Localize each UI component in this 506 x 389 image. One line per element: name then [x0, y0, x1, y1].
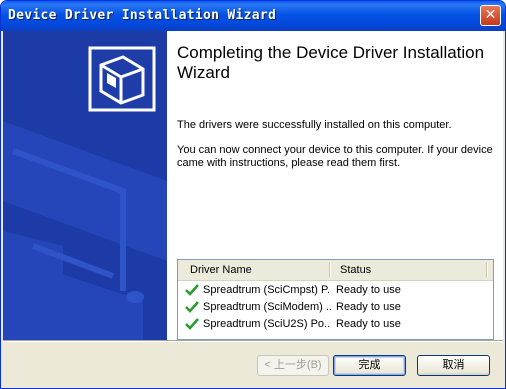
wizard-window: Device Driver Installation Wizard ✕ Comp…	[0, 0, 506, 389]
wizard-side-panel	[3, 31, 167, 340]
driver-status: Ready to use	[336, 284, 401, 296]
driver-status: Ready to use	[336, 301, 401, 313]
list-item[interactable]: Spreadtrum (SciCmpst) P... Ready to use	[178, 282, 493, 299]
column-divider[interactable]	[486, 263, 488, 277]
green-check-icon	[185, 284, 199, 296]
back-button[interactable]: < 上一步(B)	[257, 355, 329, 376]
button-area-divider	[3, 340, 503, 342]
column-header-status[interactable]: Status	[332, 260, 492, 280]
list-item[interactable]: Spreadtrum (SciU2S) Po... Ready to use	[178, 316, 493, 333]
green-check-icon	[185, 318, 199, 330]
close-button[interactable]: ✕	[480, 5, 501, 26]
window-title: Device Driver Installation Wizard	[8, 8, 277, 23]
success-message: The drivers were successfully installed …	[177, 119, 452, 131]
driver-name: Spreadtrum (SciModem) ...	[203, 301, 331, 313]
column-divider[interactable]	[329, 263, 331, 277]
column-header-driver-name[interactable]: Driver Name	[182, 260, 330, 280]
close-icon: ✕	[484, 7, 497, 23]
driver-status: Ready to use	[336, 318, 401, 330]
page-title: Completing the Device Driver Installatio…	[177, 43, 485, 82]
driver-list[interactable]: Driver Name Status Spreadtrum (SciCmpst)…	[177, 259, 494, 340]
cancel-button[interactable]: 取消	[417, 355, 490, 376]
title-bar[interactable]: Device Driver Installation Wizard ✕	[1, 1, 505, 31]
driver-name: Spreadtrum (SciU2S) Po...	[203, 318, 331, 330]
side-panel-artwork	[3, 31, 167, 340]
wizard-content: Completing the Device Driver Installatio…	[3, 31, 503, 340]
finish-button[interactable]: 完成	[333, 355, 406, 376]
instructions-message: You can now connect your device to this …	[177, 144, 493, 169]
hardware-box-icon	[88, 46, 156, 112]
green-check-icon	[185, 301, 199, 313]
list-header: Driver Name Status	[178, 260, 493, 281]
list-item[interactable]: Spreadtrum (SciModem) ... Ready to use	[178, 299, 493, 316]
driver-name: Spreadtrum (SciCmpst) P...	[203, 284, 331, 296]
